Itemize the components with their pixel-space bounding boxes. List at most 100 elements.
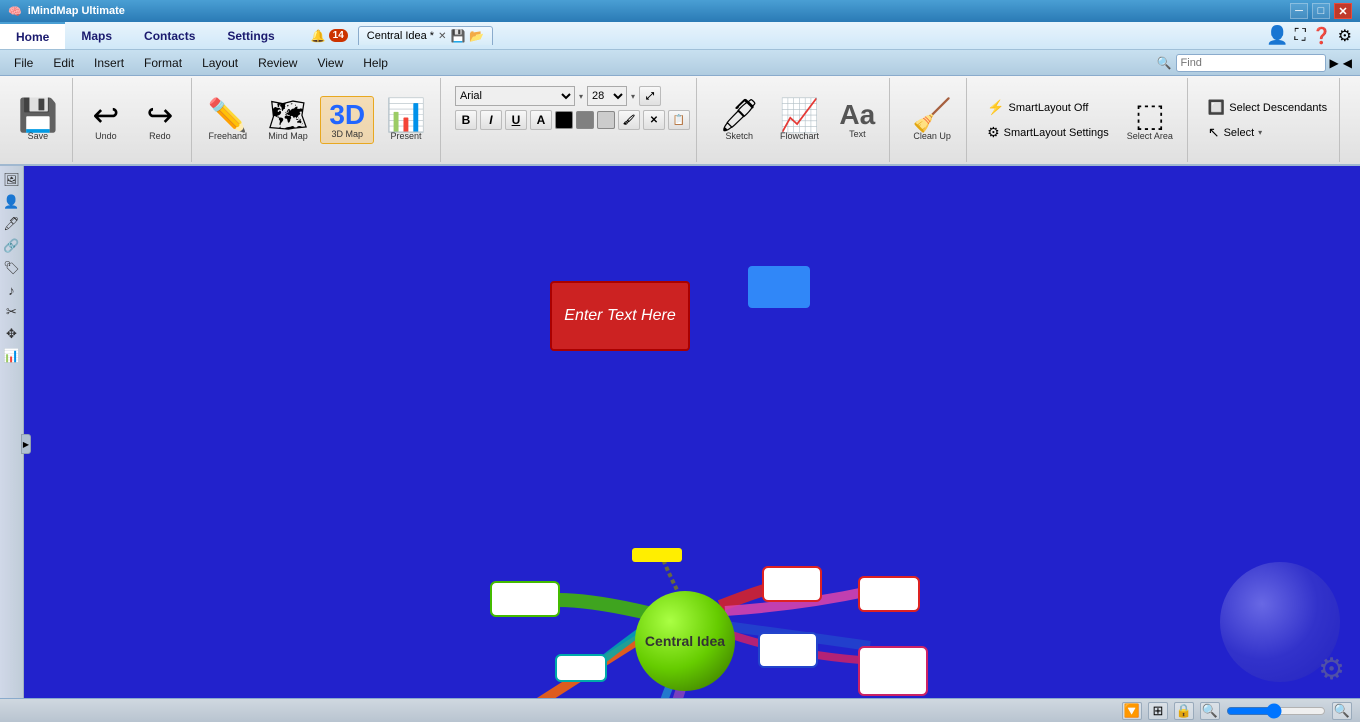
zoom-out-button[interactable]: 🔍: [1200, 702, 1220, 720]
smartlayout-options: ⚡ SmartLayout Off ⚙ SmartLayout Settings: [981, 97, 1115, 143]
tool-person[interactable]: 👤: [2, 192, 22, 212]
select-button[interactable]: ↖ Select ▾: [1202, 122, 1333, 143]
menu-insert[interactable]: Insert: [84, 50, 134, 75]
sketch-icon: 🖊: [719, 99, 760, 131]
highlight-button[interactable]: 🖌: [618, 110, 640, 130]
redo-label: Redo: [149, 131, 171, 141]
select-descendants-button[interactable]: 🔲 Select Descendants: [1202, 97, 1333, 118]
freehand-button[interactable]: ✏️ Freehand: [200, 95, 256, 145]
mind-map-button[interactable]: 🗺 Mind Map: [260, 95, 317, 145]
bg-color-swatch[interactable]: [576, 111, 594, 129]
central-node[interactable]: Central Idea: [635, 591, 735, 691]
stamp-button[interactable]: 📋: [668, 110, 690, 130]
sketch-button[interactable]: 🖊 Sketch: [711, 95, 768, 145]
tool-scissors[interactable]: ✂: [2, 302, 22, 322]
zoom-slider[interactable]: [1226, 703, 1326, 719]
branch-node-small-left[interactable]: [555, 654, 607, 682]
branch-node-right-far-upper[interactable]: [858, 576, 920, 612]
underline-button[interactable]: U: [505, 110, 527, 130]
ribbon-group-save: 💾 Save: [4, 78, 73, 162]
tool-link[interactable]: 🔗: [2, 236, 22, 256]
styles-button[interactable]: 🗂 Styles: [1354, 95, 1360, 145]
menu-edit[interactable]: Edit: [43, 50, 84, 75]
smartlayout-settings-icon: ⚙: [987, 124, 1000, 141]
notification-bell[interactable]: 🔔 14: [311, 29, 348, 43]
select-area-button[interactable]: ⬚ Select Area: [1119, 95, 1181, 145]
text-outline-button[interactable]: A: [530, 110, 552, 130]
menu-bar: File Edit Insert Format Layout Review Vi…: [0, 50, 1360, 76]
find-prev-icon[interactable]: ◀: [1343, 56, 1352, 70]
left-toolbar: 🖼 👤 🖊 🔗 🏷 ♪ ✂ ✥ 📊 ▶: [0, 166, 24, 722]
find-input[interactable]: [1176, 54, 1326, 72]
3d-map-button[interactable]: 3D 3D Map: [320, 96, 374, 144]
branch-node-right-lower[interactable]: [858, 646, 928, 696]
3d-map-label: 3D Map: [331, 129, 363, 139]
cleanup-button[interactable]: 🧹 Clean Up: [904, 95, 960, 145]
text-button[interactable]: Aa Text: [831, 97, 883, 143]
blue-floating-rect[interactable]: [748, 266, 810, 308]
text-icon: Aa: [839, 101, 875, 129]
menu-format[interactable]: Format: [134, 50, 192, 75]
save-button[interactable]: 💾 Save: [10, 95, 66, 145]
tool-pen[interactable]: 🖊: [2, 214, 22, 234]
save-icon[interactable]: 💾: [450, 29, 465, 43]
zoom-in-button[interactable]: 🔍: [1332, 702, 1352, 720]
smartlayout-off-button[interactable]: ⚡ SmartLayout Off: [981, 97, 1115, 118]
flowchart-button[interactable]: 📈 Flowchart: [772, 95, 828, 145]
tool-tag[interactable]: 🏷: [2, 258, 22, 278]
select-options: 🔲 Select Descendants ↖ Select ▾: [1202, 97, 1333, 143]
find-next-icon[interactable]: ▶: [1330, 56, 1339, 70]
menu-view[interactable]: View: [307, 50, 353, 75]
document-tab-close[interactable]: ✕: [438, 31, 446, 42]
minimize-button[interactable]: ─: [1290, 3, 1308, 19]
font-dropdown-arrow: ▾: [631, 92, 635, 101]
user-icon[interactable]: 👤: [1266, 25, 1288, 46]
italic-button[interactable]: I: [480, 110, 502, 130]
document-tab-label: Central Idea *: [367, 30, 434, 42]
central-node-label: Central Idea: [645, 633, 725, 649]
folder-icon[interactable]: 📂: [469, 29, 484, 43]
branch-node-right-upper[interactable]: [762, 566, 822, 602]
text-color-swatch[interactable]: [555, 111, 573, 129]
ribbon-group-tools: 🖊 Sketch 📈 Flowchart Aa Text: [705, 78, 890, 162]
fullscreen-icon[interactable]: ⛶: [1295, 27, 1306, 45]
menu-layout[interactable]: Layout: [192, 50, 248, 75]
nav-tab-maps[interactable]: Maps: [65, 22, 128, 49]
clear-format-button[interactable]: ✕: [643, 110, 665, 130]
present-button[interactable]: 📊 Present: [378, 95, 434, 145]
document-tab-central-idea[interactable]: Central Idea * ✕ 💾 📂: [358, 26, 494, 45]
tool-image[interactable]: 🖼: [2, 170, 22, 190]
border-color-swatch[interactable]: [597, 111, 615, 129]
nav-tab-settings[interactable]: Settings: [211, 22, 290, 49]
undo-button[interactable]: ↩ Undo: [81, 95, 131, 145]
branch-node-right-middle[interactable]: [758, 632, 818, 668]
close-button[interactable]: ✕: [1334, 3, 1352, 19]
font-size-select[interactable]: 28: [587, 86, 627, 106]
lock-button[interactable]: 🔒: [1174, 702, 1194, 720]
grid-button[interactable]: ⊞: [1148, 702, 1168, 720]
filter-button[interactable]: 🔽: [1122, 702, 1142, 720]
title-bar: 🧠 iMindMap Ultimate ─ □ ✕: [0, 0, 1360, 22]
tool-music[interactable]: ♪: [2, 280, 22, 300]
fit-button[interactable]: ⤢: [639, 86, 661, 106]
font-size-dropdown-arrow: ▾: [579, 92, 583, 101]
nav-tab-home[interactable]: Home: [0, 22, 65, 49]
font-family-select[interactable]: Arial: [455, 86, 575, 106]
redo-button[interactable]: ↪ Redo: [135, 95, 185, 145]
help-icon[interactable]: ❓: [1312, 26, 1332, 46]
nav-tab-contacts[interactable]: Contacts: [128, 22, 211, 49]
maximize-button[interactable]: □: [1312, 3, 1330, 19]
toolbar-expand-button[interactable]: ▶: [21, 434, 31, 454]
branch-node-top-left[interactable]: [490, 581, 560, 617]
menu-help[interactable]: Help: [353, 50, 398, 75]
tool-move[interactable]: ✥: [2, 324, 22, 344]
smartlayout-settings-button[interactable]: ⚙ SmartLayout Settings: [981, 122, 1115, 143]
bold-button[interactable]: B: [455, 110, 477, 130]
menu-file[interactable]: File: [4, 50, 43, 75]
tool-chart[interactable]: 📊: [2, 346, 22, 366]
save-label: Save: [28, 131, 49, 141]
menu-review[interactable]: Review: [248, 50, 307, 75]
settings-icon[interactable]: ⚙: [1338, 26, 1352, 46]
text-label: Text: [849, 129, 866, 139]
text-input-box[interactable]: Enter Text Here: [550, 281, 690, 351]
